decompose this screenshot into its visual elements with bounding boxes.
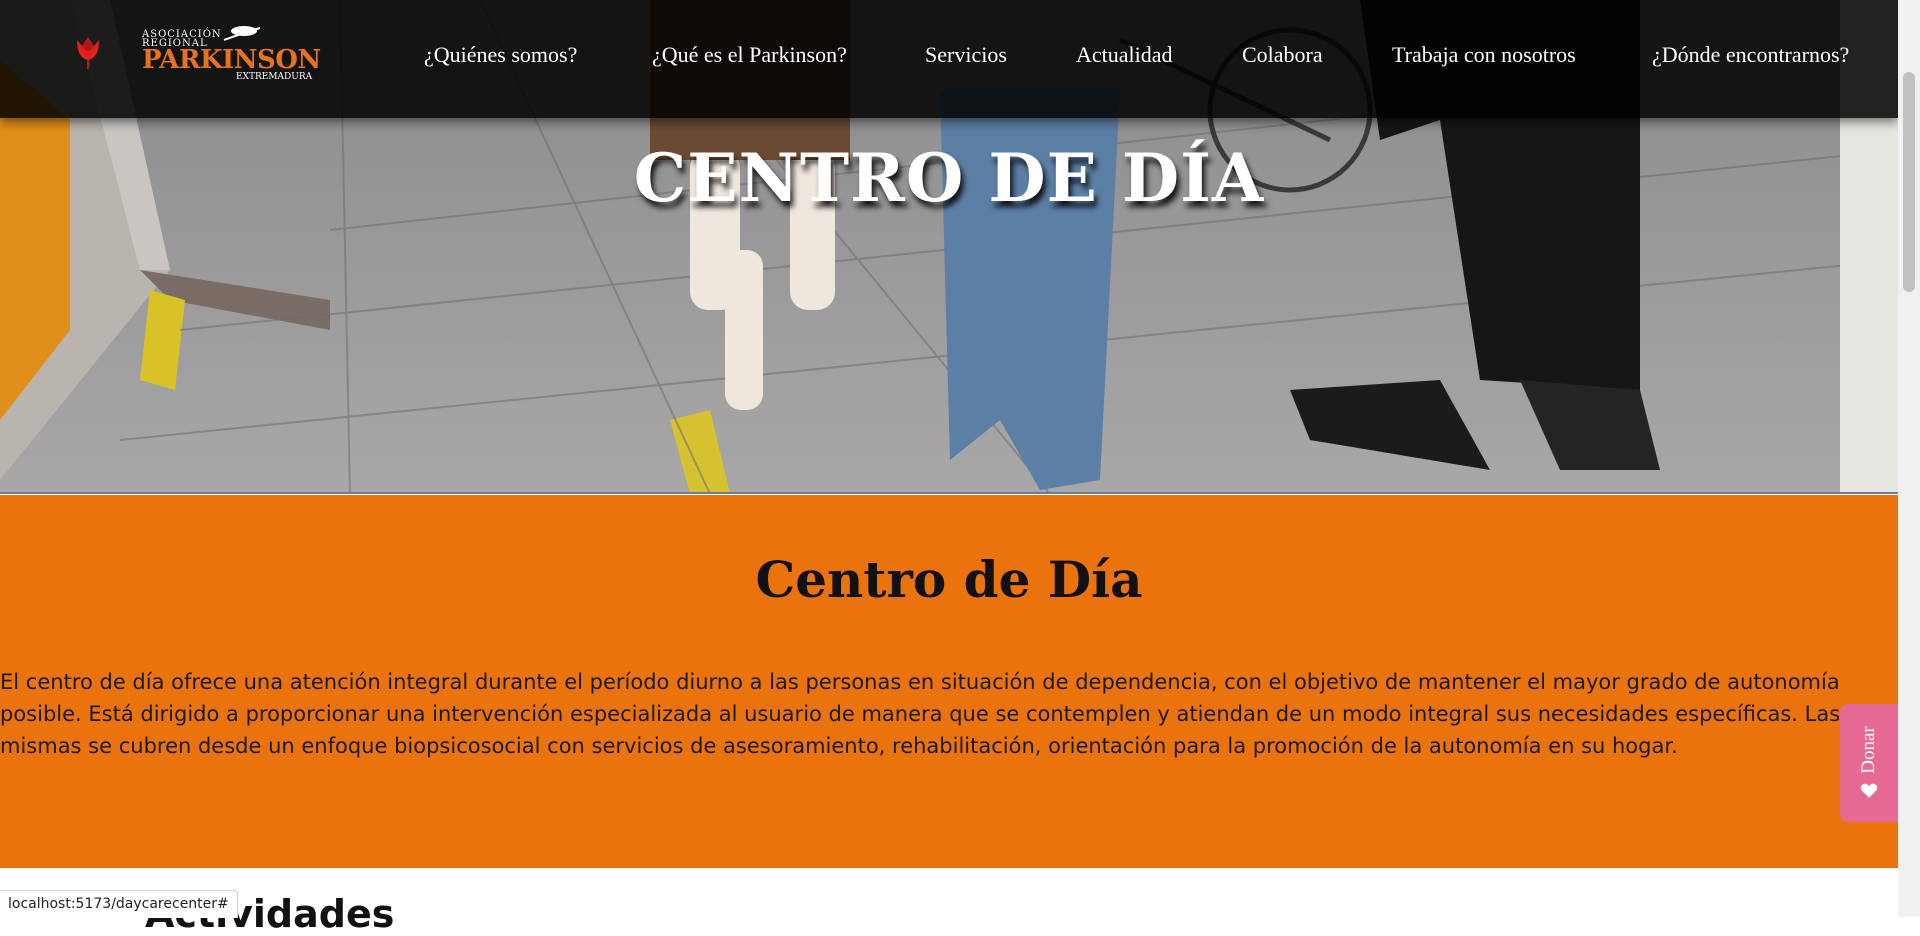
nav-actualidad[interactable]: Actualidad: [1076, 40, 1173, 70]
nav-servicios[interactable]: Servicios: [925, 40, 1007, 70]
donate-button[interactable]: Donar: [1840, 704, 1898, 822]
top-navbar: ASOCIACIÓN REGIONAL PARKINSON EXTREMADUR…: [0, 0, 1898, 118]
donate-label: Donar: [1858, 726, 1879, 774]
nav-colabora[interactable]: Colabora: [1242, 40, 1323, 70]
scrollbar-thumb[interactable]: [1903, 72, 1915, 292]
logo-line-4: EXTREMADURA: [236, 72, 313, 82]
hero-title: CENTRO DE DÍA: [633, 139, 1265, 217]
logo-line-3: PARKINSON: [142, 45, 321, 75]
intro-heading: Centro de Día: [755, 550, 1143, 609]
hero-divider: [0, 492, 1898, 494]
logo-swoosh-icon: [223, 26, 261, 41]
nav-trabaja-con-nosotros[interactable]: Trabaja con nosotros: [1392, 40, 1576, 70]
intro-paragraph: El centro de día ofrece una atención int…: [0, 670, 1841, 758]
tulip-icon[interactable]: [74, 34, 102, 70]
page-scrollbar[interactable]: [1898, 0, 1920, 917]
heart-icon: [1860, 783, 1878, 798]
nav-quienes-somos[interactable]: ¿Quiénes somos?: [424, 40, 577, 70]
nav-que-es-parkinson[interactable]: ¿Qué es el Parkinson?: [652, 40, 847, 70]
logo[interactable]: ASOCIACIÓN REGIONAL PARKINSON EXTREMADUR…: [140, 24, 321, 82]
browser-status-bar: localhost:5173/daycarecenter#: [0, 890, 238, 918]
nav-donde-encontrarnos[interactable]: ¿Dónde encontrarnos?: [1652, 40, 1849, 70]
